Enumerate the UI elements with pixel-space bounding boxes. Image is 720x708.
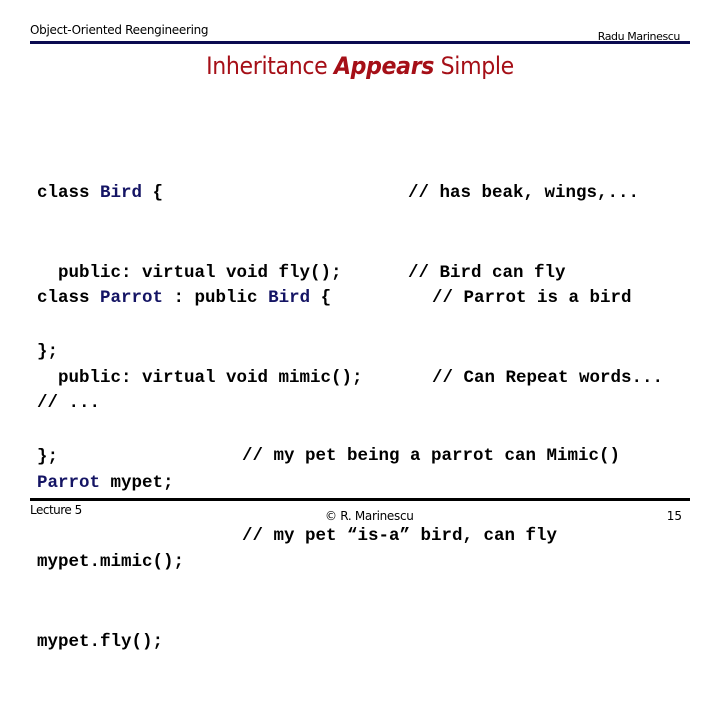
code-block-usage: // ... Parrot mypet; mypet.mimic(); mype… [37, 337, 184, 708]
title-emphasis: Appears [333, 52, 435, 80]
header-course-title: Object-Oriented Reengineering [30, 23, 209, 37]
code-line: Parrot mypet; [37, 470, 184, 497]
code-type-name: Parrot [100, 288, 164, 308]
footer-copyright: © R. Marinescu [325, 509, 414, 523]
page-number: 15 [666, 509, 682, 523]
code-comment: // Can Repeat words... [432, 367, 664, 388]
code-line: mypet.mimic(); [37, 552, 185, 572]
code-comment: // my pet being a parrot can Mimic() [242, 446, 621, 466]
code-comment: // has beak, wings,... [408, 183, 640, 203]
code-type-name: Parrot [37, 472, 101, 493]
code-text: { [310, 288, 332, 308]
comments-block-usage: // my pet being a parrot can Mimic() // … [242, 390, 620, 602]
footer-divider [30, 498, 690, 501]
code-line: // ... [37, 393, 101, 413]
code-comment: // my pet “is-a” bird, can fly [242, 525, 558, 546]
code-comment: // Parrot is a bird [432, 288, 632, 308]
title-text-after: Simple [434, 52, 515, 80]
code-text: { [142, 183, 164, 203]
code-line: mypet.fly(); [37, 631, 164, 652]
code-keyword: class [37, 288, 101, 308]
code-type-name: Bird [268, 288, 311, 308]
code-text: : public [163, 288, 269, 308]
code-type-name: Bird [100, 183, 143, 203]
title-text-before: Inheritance [206, 52, 334, 80]
code-text: mypet; [100, 472, 174, 493]
footer-lecture: Lecture 5 [30, 503, 82, 517]
code-keyword: class [37, 183, 101, 203]
code-line: class Parrot : public Bird { [37, 285, 363, 312]
header-divider [30, 41, 690, 44]
code-line: class Bird { [37, 180, 342, 207]
slide-title: Inheritance Appears Simple [29, 52, 691, 80]
